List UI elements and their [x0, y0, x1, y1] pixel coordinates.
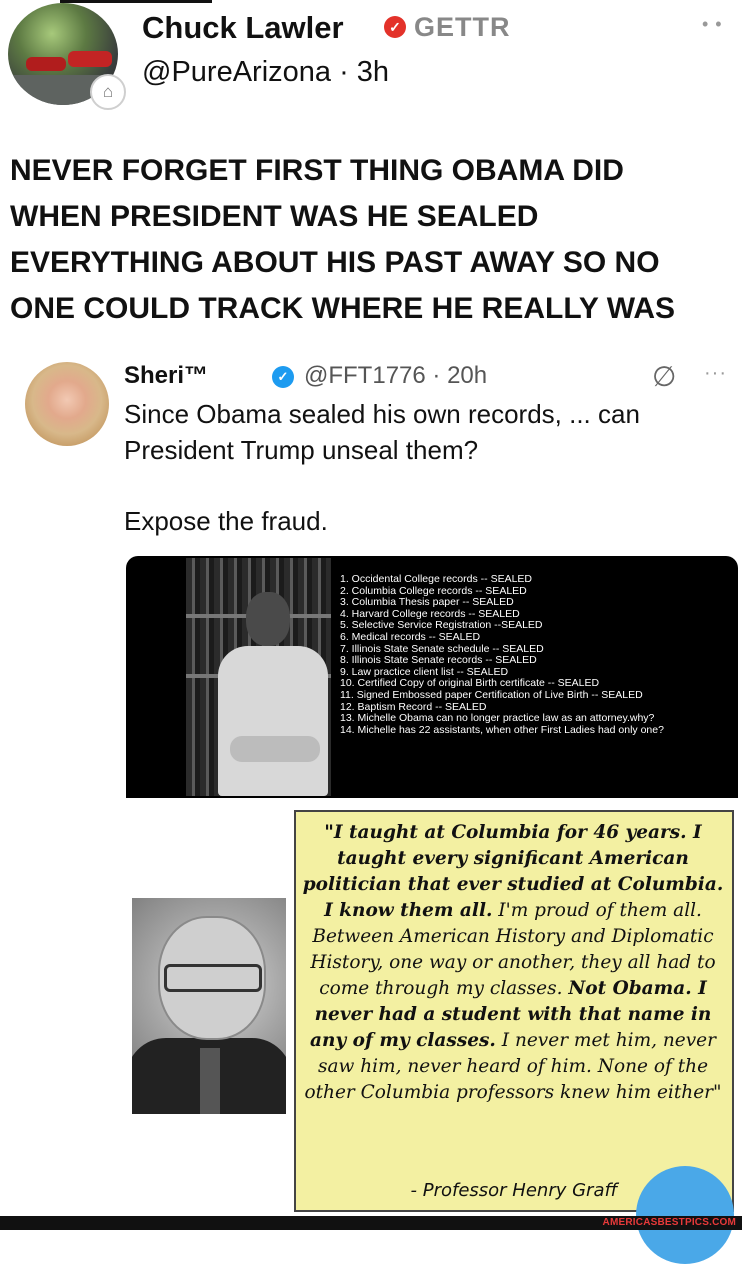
photo-torso	[218, 646, 328, 796]
author-name[interactable]: Chuck Lawler	[142, 10, 344, 46]
quoted-text-line: Since Obama sealed his own records, ... …	[124, 399, 640, 429]
professor-quote-box: "I taught at Columbia for 46 years. I ta…	[294, 810, 734, 1212]
quoted-text-line: Expose the fraud.	[124, 506, 328, 536]
photo-head	[246, 592, 290, 646]
platform-tag: GETTR	[414, 12, 511, 42]
more-dots-icon[interactable]: ···	[704, 362, 727, 385]
author-handle-time[interactable]: @PureArizona · 3h	[142, 56, 389, 89]
professor-quote: "I taught at Columbia for 46 years. I ta…	[298, 820, 728, 1106]
top-edge-line	[60, 0, 212, 3]
professor-photo	[132, 898, 286, 1114]
verified-check-icon: ✓	[272, 366, 294, 388]
record-item: 11. Signed Embossed paper Certification …	[340, 688, 643, 701]
quoted-text-line: President Trump unseal them?	[124, 435, 479, 465]
avatar-car	[68, 51, 112, 67]
post-text-line: WHEN PRESIDENT WAS HE SEALED	[10, 200, 539, 233]
attached-image[interactable]: 1. Occidental College records -- SEALED …	[126, 556, 738, 1216]
sealed-records-list: 1. Occidental College records -- SEALED …	[340, 573, 732, 736]
slash-circle-icon[interactable]: ∅	[652, 360, 676, 393]
record-item: 14. Michelle has 22 assistants, when oth…	[340, 723, 664, 736]
post-text-line: NEVER FORGET FIRST THING OBAMA DID	[10, 154, 624, 187]
quoted-handle-time[interactable]: @FFT1776 · 20h	[304, 362, 487, 390]
avatar-car	[26, 57, 66, 71]
quote-panel: "I taught at Columbia for 46 years. I ta…	[126, 804, 738, 1216]
quoted-text: Since Obama sealed his own records, ... …	[124, 396, 724, 468]
institution-badge-icon: ⌂	[90, 74, 126, 110]
record-item: 13. Michelle Obama can no longer practic…	[340, 712, 655, 725]
photo-tie	[200, 1048, 220, 1114]
record-item: 1. Occidental College records -- SEALED	[340, 573, 532, 585]
records-panel: 1. Occidental College records -- SEALED …	[126, 556, 738, 798]
quoted-author-name-text: Sheri™	[124, 362, 209, 389]
record-item: 8. Illinois State Senate records -- SEAL…	[340, 654, 537, 667]
scroll-to-top-bubble[interactable]	[636, 1166, 734, 1264]
post-text-line: ONE COULD TRACK WHERE HE REALLY WAS	[10, 292, 676, 325]
more-dots-icon[interactable]: • •	[702, 14, 723, 35]
young-man-photo	[208, 586, 330, 796]
record-item: 6. Medical records -- SEALED	[340, 630, 481, 643]
watermark-text: AMERICASBESTPICS.COM	[602, 1217, 736, 1228]
quoted-author-avatar[interactable]	[25, 362, 109, 446]
post-text-line: EVERYTHING ABOUT HIS PAST AWAY SO NO	[10, 246, 660, 279]
post-text: NEVER FORGET FIRST THING OBAMA DID WHEN …	[10, 148, 740, 332]
photo-glasses	[164, 964, 262, 992]
verified-flame-icon: ✓	[384, 16, 406, 38]
quoted-author-name[interactable]: Sheri™	[124, 362, 208, 390]
photo-arms	[230, 736, 320, 762]
